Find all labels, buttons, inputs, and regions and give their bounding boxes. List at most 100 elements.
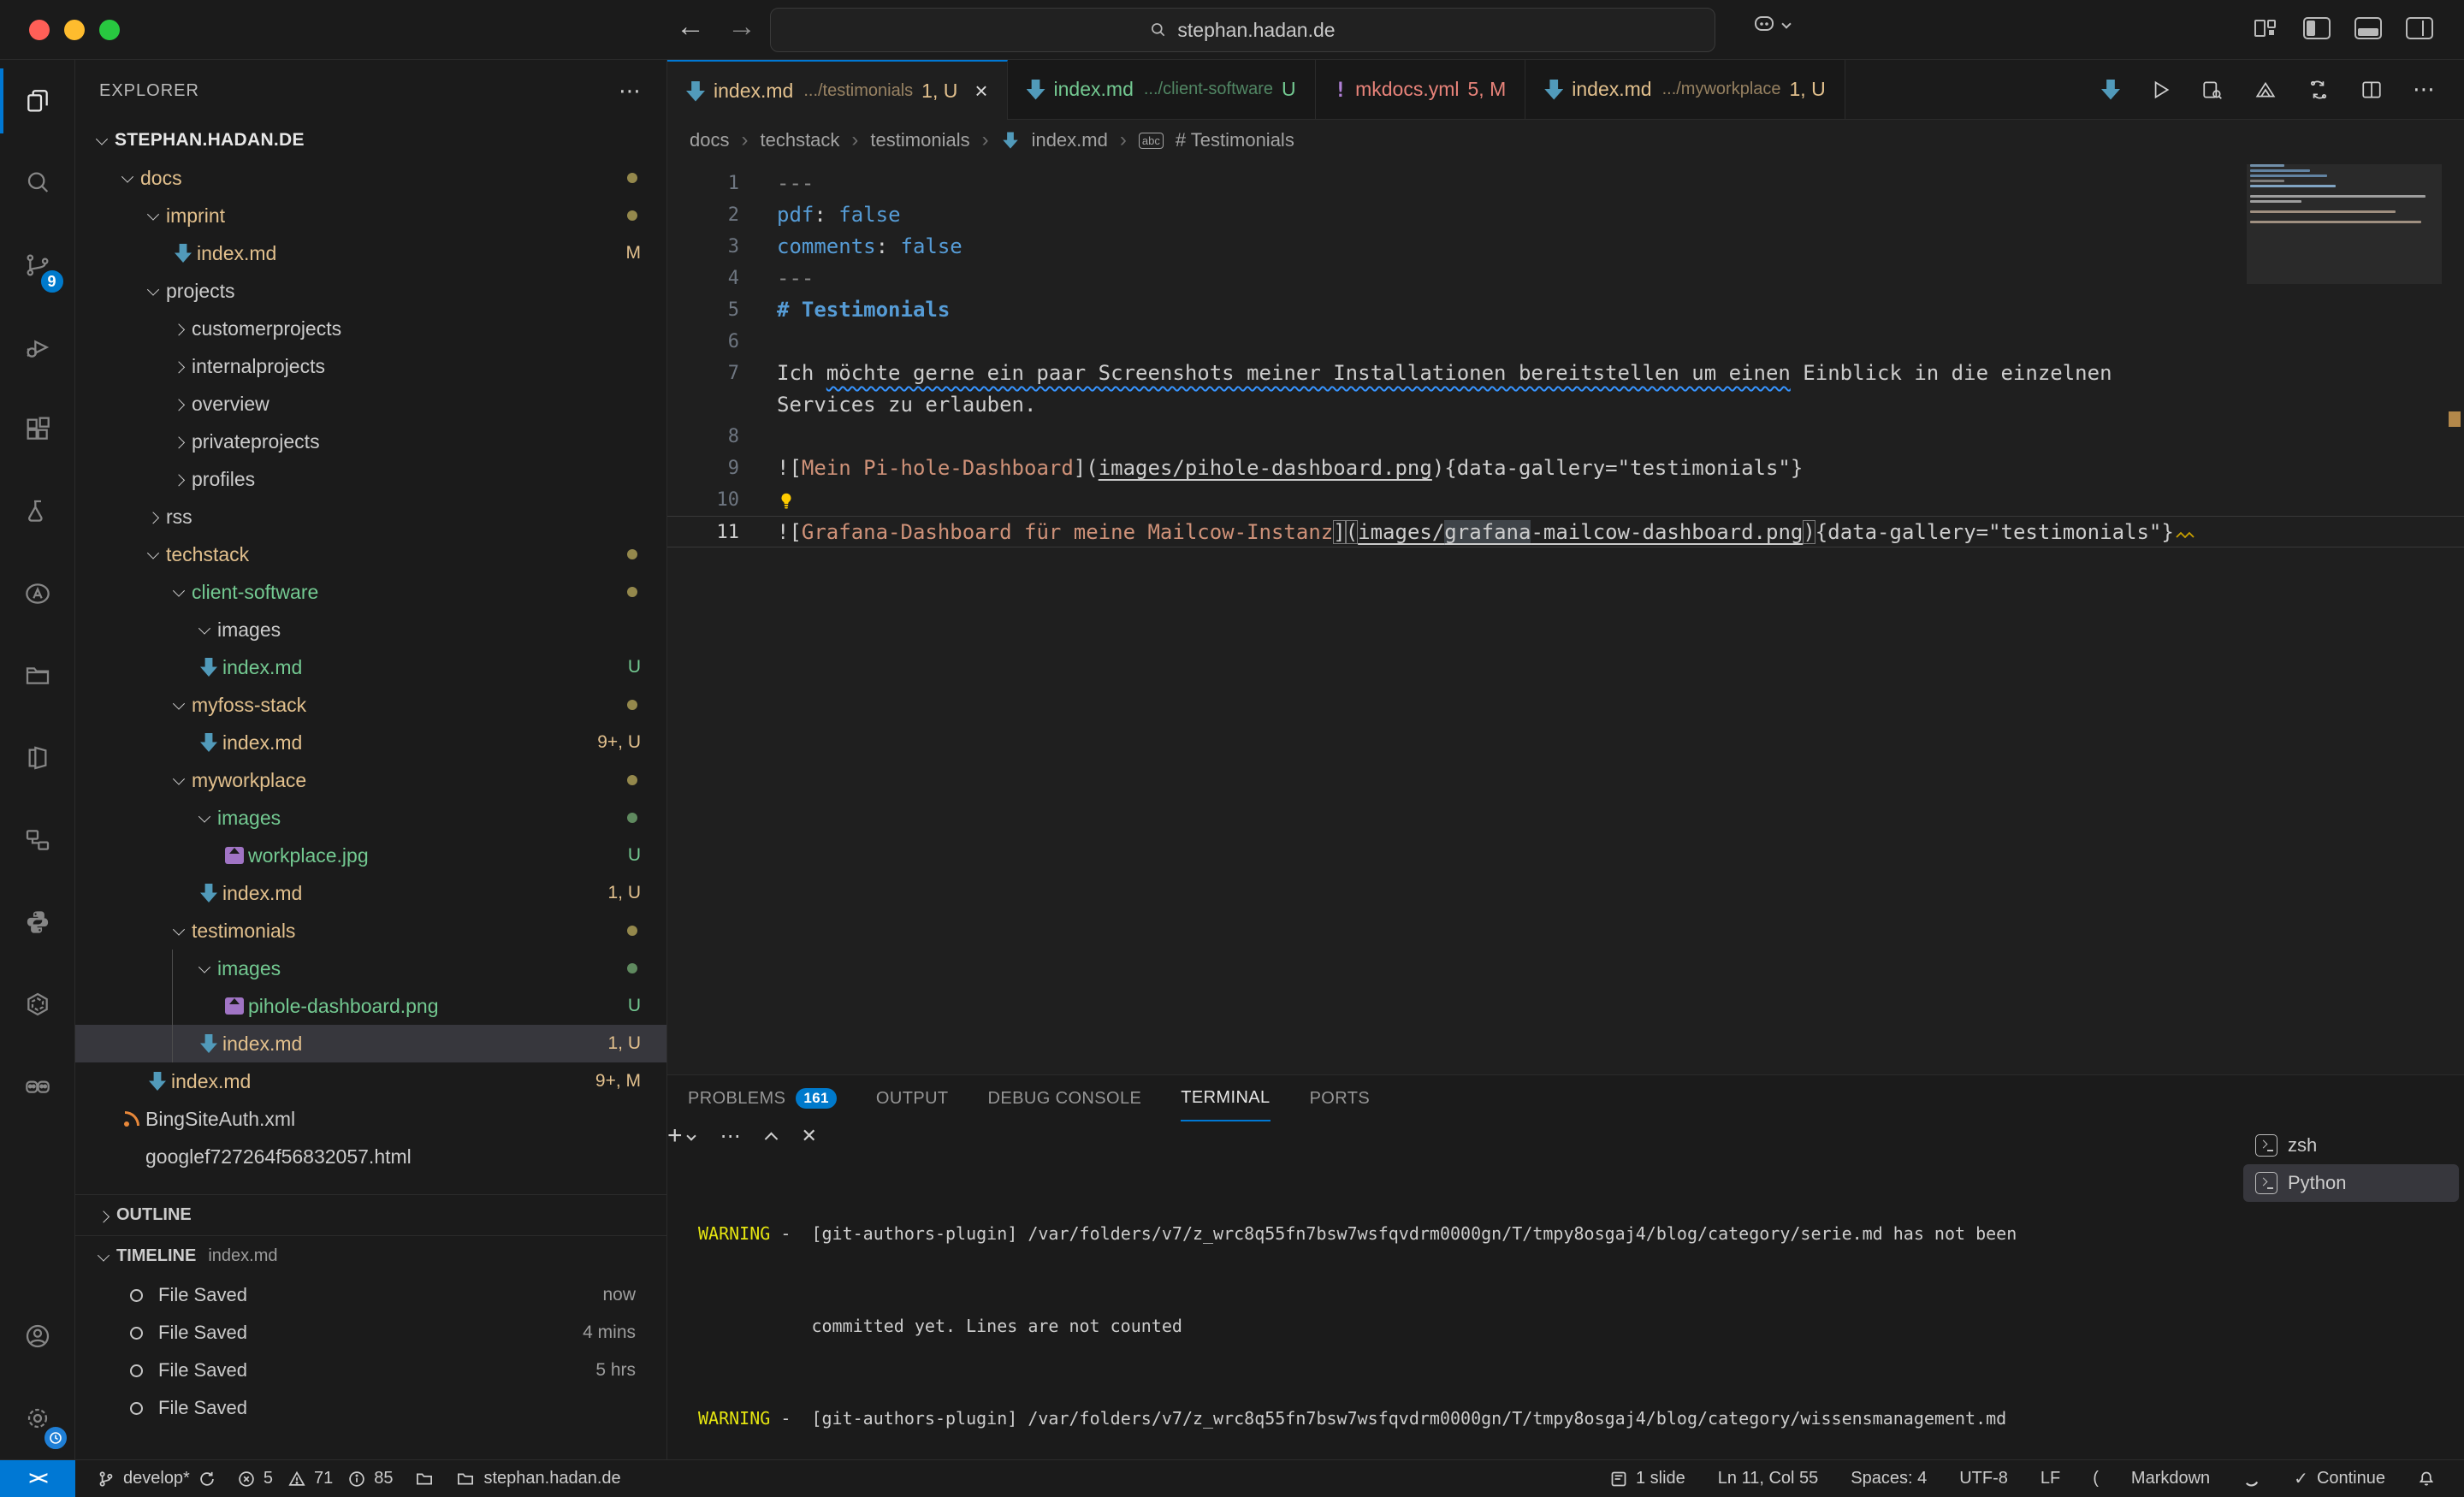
- minimap[interactable]: [2250, 164, 2438, 275]
- tree-row[interactable]: STEPHAN.HADAN.DE: [75, 121, 666, 159]
- tree-row[interactable]: customerprojects: [75, 310, 666, 347]
- tree-row[interactable]: rss: [75, 498, 666, 535]
- hexagon-icon[interactable]: [0, 963, 75, 1045]
- timeline-entry[interactable]: File Saved: [75, 1389, 666, 1427]
- toggle-secondary-sidebar-icon[interactable]: [2406, 17, 2433, 39]
- cursor-position-item[interactable]: Ln 11, Col 55: [1718, 1469, 1819, 1488]
- continue-working-item[interactable]: ✓ Continue: [2294, 1468, 2385, 1489]
- sync-changes-icon[interactable]: [2307, 79, 2331, 101]
- live-preview-icon[interactable]: [0, 717, 75, 799]
- source-control-icon[interactable]: 9: [0, 224, 75, 306]
- workspace-name-item[interactable]: stephan.hadan.de: [456, 1469, 620, 1488]
- breadcrumb-techstack[interactable]: techstack: [760, 129, 839, 151]
- panel-tab[interactable]: TERMINAL: [1181, 1075, 1270, 1121]
- close-icon[interactable]: ×: [974, 78, 987, 104]
- tree-row[interactable]: pihole-dashboard.png U: [75, 987, 666, 1025]
- tree-row[interactable]: myfoss-stack: [75, 686, 666, 724]
- indentation-item[interactable]: Spaces: 4: [1851, 1469, 1927, 1488]
- tree-row[interactable]: images: [75, 611, 666, 648]
- timeline-section-header[interactable]: TIMELINE index.md: [75, 1235, 666, 1276]
- markdown-preview-icon[interactable]: [2254, 79, 2277, 101]
- markdown-run-icon[interactable]: [2101, 80, 2120, 100]
- forward-arrow-icon[interactable]: →: [727, 10, 756, 44]
- open-preview-side-icon[interactable]: [2200, 79, 2224, 101]
- tree-row[interactable]: myworkplace: [75, 761, 666, 799]
- testing-icon[interactable]: [0, 470, 75, 553]
- tree-row[interactable]: overview: [75, 385, 666, 423]
- zoom-window-button[interactable]: [99, 20, 120, 40]
- back-arrow-icon[interactable]: ←: [676, 10, 705, 44]
- remote-indicator[interactable]: ><: [0, 1460, 75, 1497]
- run-debug-icon[interactable]: [0, 306, 75, 388]
- minimap-slider[interactable]: [2247, 164, 2442, 284]
- tree-row[interactable]: techstack: [75, 535, 666, 573]
- outline-section-header[interactable]: OUTLINE: [75, 1194, 666, 1235]
- window-controls[interactable]: [29, 20, 120, 40]
- breadcrumb-heading[interactable]: # Testimonials: [1176, 129, 1294, 151]
- toggle-primary-sidebar-icon[interactable]: [2303, 17, 2331, 39]
- settings-gear-icon[interactable]: [0, 1377, 75, 1459]
- tree-row[interactable]: BingSiteAuth.xml: [75, 1100, 666, 1138]
- tree-row[interactable]: index.md 9+, U: [75, 724, 666, 761]
- tree-row[interactable]: index.md 1, U: [75, 874, 666, 912]
- more-actions-icon[interactable]: ⋯: [2413, 76, 2435, 103]
- tree-row[interactable]: images: [75, 799, 666, 837]
- tab-mkdocs-yml[interactable]: ! mkdocs.yml 5, M: [1316, 60, 1526, 119]
- project-folder-icon[interactable]: [0, 635, 75, 717]
- editor-scrollbar[interactable]: [2440, 161, 2464, 1074]
- tab-index-md-testimonials[interactable]: index.md .../testimonials 1, U ×: [667, 60, 1008, 121]
- panel-tab[interactable]: OUTPUT: [876, 1075, 949, 1121]
- command-center-search[interactable]: stephan.hadan.de: [770, 8, 1715, 52]
- search-icon[interactable]: [0, 142, 75, 224]
- tree-row[interactable]: index.md 1, U: [75, 1025, 666, 1062]
- run-icon[interactable]: [2149, 79, 2171, 101]
- tree-row[interactable]: profiles: [75, 460, 666, 498]
- panel-tab[interactable]: PROBLEMS 161: [688, 1075, 837, 1121]
- panel-tab[interactable]: PORTS: [1310, 1075, 1371, 1121]
- tree-row[interactable]: client-software: [75, 573, 666, 611]
- terminal-instance[interactable]: zsh: [2243, 1127, 2459, 1164]
- eol-item[interactable]: LF: [2040, 1469, 2060, 1488]
- timeline-entry[interactable]: File Saved 4 mins: [75, 1314, 666, 1352]
- diagram-icon[interactable]: [0, 799, 75, 881]
- terminal-output[interactable]: WARNING - [git-authors-plugin] /var/fold…: [698, 1130, 2224, 1451]
- breadcrumb-index-md[interactable]: index.md: [1032, 129, 1108, 151]
- split-editor-icon[interactable]: [2360, 79, 2384, 101]
- encoding-item[interactable]: UTF-8: [1959, 1469, 2008, 1488]
- lightbulb-icon[interactable]: [777, 489, 796, 512]
- notifications-bell-icon[interactable]: [2418, 1470, 2435, 1488]
- language-paren-icon[interactable]: (: [2093, 1469, 2099, 1488]
- customize-layout-icon[interactable]: [2252, 17, 2279, 39]
- a-circle-icon[interactable]: [0, 553, 75, 635]
- tree-row[interactable]: docs: [75, 159, 666, 197]
- python-icon[interactable]: [0, 881, 75, 963]
- panel-tab[interactable]: DEBUG CONSOLE: [988, 1075, 1142, 1121]
- explorer-more-actions[interactable]: ⋯: [619, 78, 643, 104]
- tree-row[interactable]: imprint: [75, 197, 666, 234]
- close-window-button[interactable]: [29, 20, 50, 40]
- tree-row[interactable]: projects: [75, 272, 666, 310]
- extensions-icon[interactable]: [0, 388, 75, 470]
- breadcrumb-testimonials[interactable]: testimonials: [870, 129, 969, 151]
- tab-index-md-myworkplace[interactable]: index.md .../myworkplace 1, U: [1525, 60, 1845, 119]
- tab-index-md-client-software[interactable]: index.md .../client-software U: [1008, 60, 1316, 119]
- explorer-icon[interactable]: [0, 60, 75, 142]
- code-editor[interactable]: 1--- 2pdf: false 3comments: false 4--- 5…: [667, 161, 2464, 1074]
- tree-row[interactable]: privateprojects: [75, 423, 666, 460]
- tree-row[interactable]: index.md 9+, M: [75, 1062, 666, 1100]
- copilot-menu[interactable]: [1752, 14, 1790, 34]
- terminal-instance[interactable]: Python: [2243, 1164, 2459, 1202]
- tree-row[interactable]: index.md U: [75, 648, 666, 686]
- faces-icon[interactable]: [0, 1045, 75, 1127]
- timeline-entry[interactable]: File Saved 5 hrs: [75, 1352, 666, 1389]
- language-mode-item[interactable]: Markdown: [2131, 1469, 2210, 1488]
- tree-row[interactable]: internalprojects: [75, 347, 666, 385]
- tree-row[interactable]: images: [75, 950, 666, 987]
- breadcrumb-docs[interactable]: docs: [690, 129, 729, 151]
- problems-item[interactable]: 5 71 85: [238, 1469, 394, 1488]
- accounts-icon[interactable]: [0, 1295, 75, 1377]
- slides-item[interactable]: 1 slide: [1610, 1469, 1685, 1488]
- tree-row[interactable]: testimonials: [75, 912, 666, 950]
- tree-row[interactable]: workplace.jpg U: [75, 837, 666, 874]
- toggle-panel-icon[interactable]: [2354, 17, 2382, 39]
